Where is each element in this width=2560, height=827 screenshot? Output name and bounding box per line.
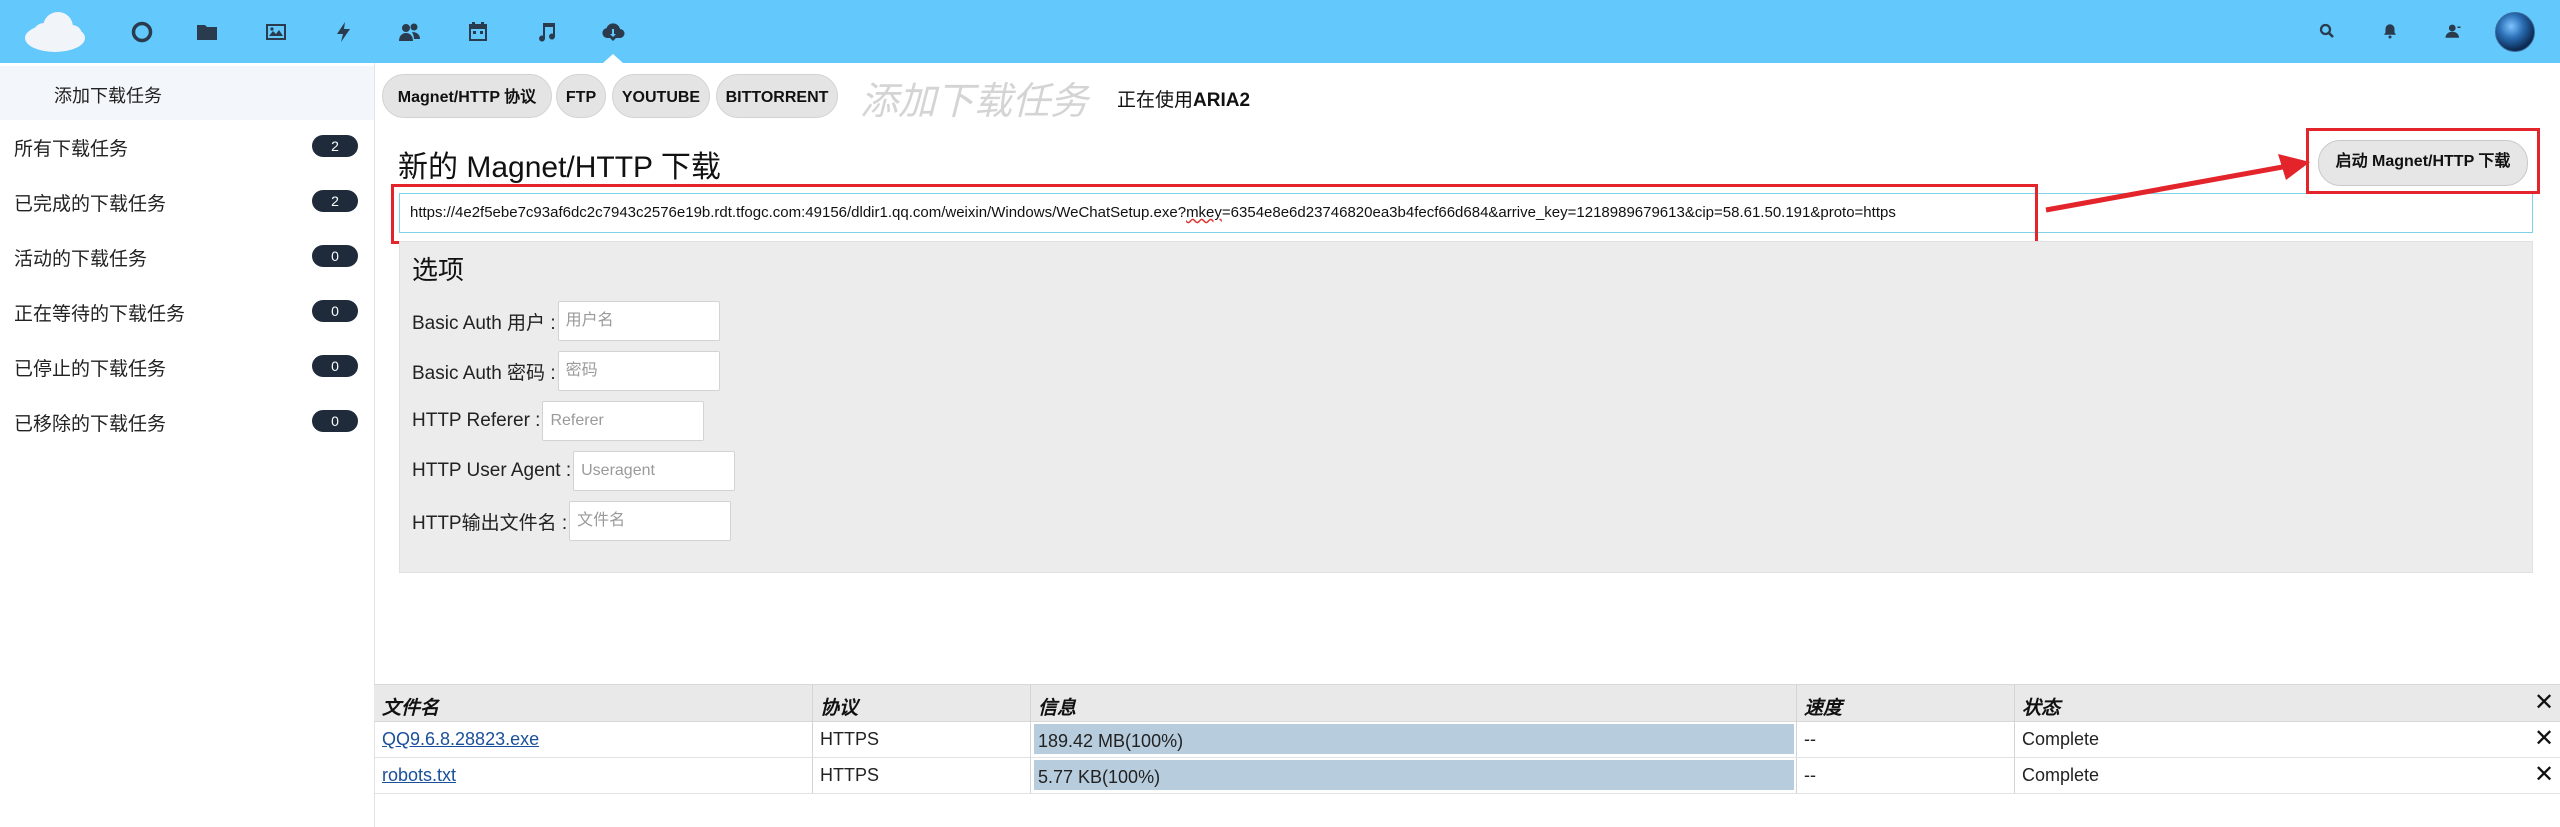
remove-row-button[interactable]: ✕	[2534, 727, 2554, 751]
annotation-arrow	[2045, 154, 2310, 213]
contacts-icon[interactable]	[396, 18, 424, 46]
column-header-status[interactable]: 状态	[2022, 693, 2060, 720]
table-row: QQ9.6.8.28823.exe HTTPS 189.42 MB(100%) …	[374, 721, 2560, 758]
sidebar-item-label: 已移除的下载任务	[14, 414, 167, 435]
count-badge: 2	[312, 135, 358, 157]
count-badge: 0	[312, 245, 358, 267]
tab-bittorrent[interactable]: BITTORRENT	[716, 74, 838, 118]
folder-icon[interactable]	[193, 18, 221, 46]
count-badge: 0	[312, 410, 358, 432]
referer-input[interactable]: Referer	[542, 401, 705, 441]
cloud-download-icon[interactable]	[599, 18, 627, 46]
sidebar-item-label: 所有下载任务	[14, 139, 129, 160]
progress-bar: 189.42 MB(100%)	[1034, 724, 1794, 754]
option-http-referer: HTTP Referer : Referer	[412, 401, 705, 441]
tab-magnet-http[interactable]: Magnet/HTTP 协议	[382, 74, 552, 118]
info-text: 189.42 MB(100%)	[1038, 731, 1184, 751]
file-link[interactable]: robots.txt	[382, 765, 456, 786]
bell-icon[interactable]	[2379, 20, 2401, 42]
search-icon[interactable]	[2316, 20, 2338, 42]
engine-status-prefix: 正在使用	[1117, 90, 1194, 111]
sidebar-item-label: 活动的下载任务	[14, 249, 148, 270]
sidebar-item-completed[interactable]: 已完成的下载任务 2	[0, 173, 374, 227]
top-bar	[0, 0, 2560, 63]
options-title: 选项	[412, 255, 465, 285]
lightning-icon[interactable]	[330, 18, 358, 46]
sidebar-add-task-label: 添加下载任务	[54, 86, 162, 106]
engine-name: ARIA2	[1193, 90, 1251, 111]
column-header-protocol[interactable]: 协议	[820, 693, 858, 720]
filename-input[interactable]: 文件名	[569, 501, 732, 541]
column-header-info[interactable]: 信息	[1038, 693, 1076, 720]
option-label: Basic Auth 密码 :	[412, 362, 556, 384]
username-input[interactable]: 用户名	[557, 301, 720, 341]
remove-row-button[interactable]: ✕	[2534, 763, 2554, 787]
count-badge: 0	[312, 300, 358, 322]
table-header: 文件名 协议 信息 速度 状态 ✕	[374, 684, 2560, 722]
sidebar-item-waiting[interactable]: 正在等待的下载任务 0	[0, 283, 374, 337]
status-cell: Complete	[2022, 729, 2100, 749]
highlight-box-button	[2306, 128, 2540, 194]
info-text: 5.77 KB(100%)	[1038, 767, 1161, 787]
protocol-cell: HTTPS	[820, 729, 880, 749]
active-app-indicator	[603, 54, 623, 63]
file-link[interactable]: QQ9.6.8.28823.exe	[382, 729, 539, 750]
option-label: Basic Auth 用户 :	[412, 312, 556, 334]
sidebar-item-removed[interactable]: 已移除的下载任务 0	[0, 393, 374, 447]
avatar[interactable]	[2495, 12, 2535, 52]
option-basic-auth-user: Basic Auth 用户 : 用户名	[412, 301, 720, 341]
sidebar-item-label: 已完成的下载任务	[14, 194, 167, 215]
option-label: HTTP Referer :	[412, 410, 541, 431]
sidebar-item-label: 正在等待的下载任务	[14, 304, 186, 325]
engine-status: 正在使用ARIA2	[1117, 85, 1250, 112]
useragent-input[interactable]: Useragent	[573, 451, 736, 491]
sidebar-item-active[interactable]: 活动的下载任务 0	[0, 228, 374, 282]
password-input[interactable]: 密码	[557, 351, 720, 391]
option-http-user-agent: HTTP User Agent : Useragent	[412, 451, 736, 491]
status-cell: Complete	[2022, 765, 2100, 785]
clear-all-button[interactable]: ✕	[2534, 691, 2554, 715]
option-label: HTTP输出文件名 :	[412, 512, 568, 534]
form-title: 新的 Magnet/HTTP 下载	[398, 151, 721, 184]
speed-cell: --	[1804, 729, 1816, 749]
table-row: robots.txt HTTPS 5.77 KB(100%) -- Comple…	[374, 757, 2560, 794]
protocol-cell: HTTPS	[820, 765, 880, 785]
sidebar-item-label: 已停止的下载任务	[14, 359, 167, 380]
page-title: 添加下载任务	[860, 81, 1089, 123]
sidebar-item-all[interactable]: 所有下载任务 2	[0, 118, 374, 172]
option-label: HTTP User Agent :	[412, 460, 572, 481]
sidebar-add-task[interactable]: 添加下载任务	[0, 66, 374, 120]
sidebar: 添加下载任务 所有下载任务 2 已完成的下载任务 2 活动的下载任务 0 正在等…	[0, 63, 375, 827]
cloud-logo-icon[interactable]	[22, 10, 88, 54]
speed-cell: --	[1804, 765, 1816, 785]
option-basic-auth-password: Basic Auth 密码 : 密码	[412, 351, 720, 391]
column-header-filename[interactable]: 文件名	[382, 693, 439, 720]
sidebar-item-stopped[interactable]: 已停止的下载任务 0	[0, 338, 374, 392]
highlight-box-url	[391, 184, 2038, 244]
tab-ftp[interactable]: FTP	[556, 74, 606, 118]
calendar-icon[interactable]	[464, 18, 492, 46]
column-header-speed[interactable]: 速度	[1804, 693, 1842, 720]
tab-youtube[interactable]: YOUTUBE	[612, 74, 710, 118]
progress-bar: 5.77 KB(100%)	[1034, 760, 1794, 790]
music-icon[interactable]	[532, 18, 560, 46]
circle-icon[interactable]	[128, 18, 156, 46]
count-badge: 0	[312, 355, 358, 377]
user-icon[interactable]	[2442, 20, 2464, 42]
count-badge: 2	[312, 190, 358, 212]
image-icon[interactable]	[262, 18, 290, 46]
option-output-filename: HTTP输出文件名 : 文件名	[412, 501, 732, 541]
